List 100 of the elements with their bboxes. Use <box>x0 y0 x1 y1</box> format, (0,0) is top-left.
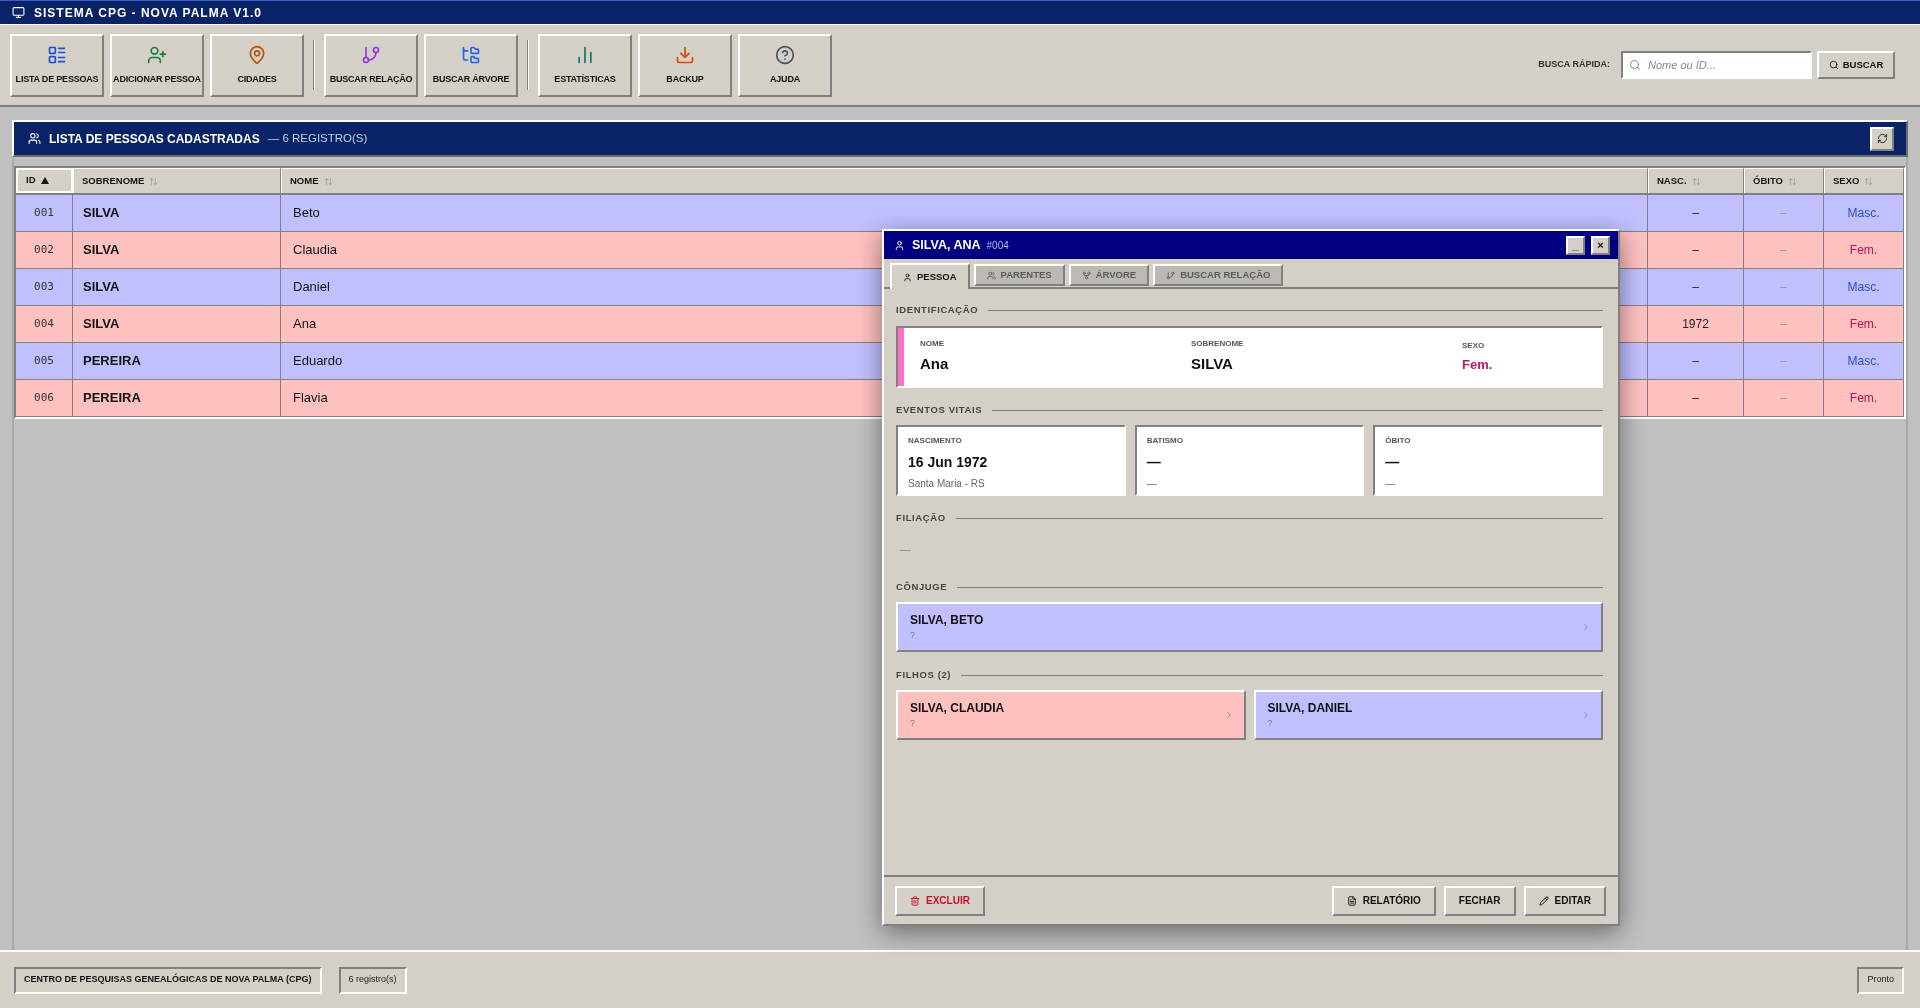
download-icon <box>675 44 695 65</box>
column-header[interactable]: ÓBITO <box>1744 168 1824 193</box>
field-value: Fem. <box>1462 355 1493 374</box>
map-pin-icon <box>247 44 267 65</box>
empty-text: — <box>900 541 911 557</box>
person-detail: ? <box>910 629 915 641</box>
event-label: NASCIMENTO <box>908 435 962 447</box>
window-title: SISTEMA CPG - NOVA PALMA V1.0 <box>34 4 262 22</box>
event-date: 16 Jun 1972 <box>908 453 988 472</box>
table-cell: SILVA <box>73 232 281 268</box>
help-icon <box>775 44 795 65</box>
event-label: ÓBITO <box>1385 435 1411 447</box>
table-cell: – <box>1648 269 1744 305</box>
document-icon <box>1346 895 1357 906</box>
table-cell: 001 <box>16 195 73 231</box>
field-value: Ana <box>920 354 949 375</box>
search-icon <box>1828 60 1839 70</box>
toolbar-button[interactable]: AJUDA <box>738 33 832 97</box>
person-card[interactable]: SILVA, CLAUDIA ? <box>896 690 1246 740</box>
search-label: BUSCA RÁPIDA: <box>1538 58 1610 72</box>
people-icon <box>28 132 41 145</box>
event-place: — <box>1146 477 1157 491</box>
toolbar-button[interactable]: BUSCAR RELAÇÃO <box>324 33 418 97</box>
dialog-tab[interactable]: PARENTES <box>973 264 1065 286</box>
pencil-icon <box>1538 895 1549 906</box>
table-cell: PEREIRA <box>73 343 281 379</box>
refresh-button[interactable] <box>1870 126 1894 151</box>
table-cell: Fem. <box>1824 232 1904 268</box>
search-button[interactable]: BUSCAR <box>1817 51 1895 79</box>
chevron-right-icon <box>1581 622 1591 632</box>
column-header[interactable]: NOME <box>281 168 1648 193</box>
dialog-title: SILVA, ANA <box>912 236 981 254</box>
branch-icon <box>361 44 381 65</box>
report-button[interactable]: RELATÓRIO <box>1331 885 1436 916</box>
person-icon <box>903 272 912 282</box>
close-dialog-button[interactable]: FECHAR <box>1443 885 1516 916</box>
table-cell: – <box>1744 343 1824 379</box>
refresh-icon <box>1876 133 1888 144</box>
toolbar-button[interactable]: BUSCAR ÁRVORE <box>424 33 518 97</box>
person-name: SILVA, DANIEL <box>1267 701 1353 716</box>
table-cell: – <box>1648 380 1744 416</box>
person-card[interactable]: SILVA, BETO ? <box>896 602 1603 652</box>
event-date: — <box>1385 453 1400 472</box>
column-header[interactable]: ID <box>16 168 73 193</box>
column-header[interactable]: SOBRENOME <box>73 168 281 193</box>
event-date: — <box>1146 453 1161 472</box>
toolbar-button[interactable]: ESTATÍSTICAS <box>538 33 632 97</box>
folder-tree-icon <box>461 44 481 65</box>
table-cell: 005 <box>16 343 73 379</box>
bar-chart-icon <box>575 44 595 65</box>
organization-label: CENTRO DE PESQUISAS GENEALÓGICAS DE NOVA PALMA (CPG) <box>14 966 322 994</box>
close-button[interactable]: × <box>1591 235 1610 255</box>
branch-icon <box>1166 270 1176 280</box>
list-icon <box>47 44 67 65</box>
status-text: Pronto <box>1857 966 1904 994</box>
record-number: #004 <box>986 238 1009 253</box>
person-name: SILVA, CLAUDIA <box>910 701 1005 716</box>
section-heading: FILIAÇÃO <box>896 510 946 525</box>
minimize-button[interactable]: _ <box>1566 235 1585 255</box>
table-cell: SILVA <box>73 306 281 342</box>
record-count: 6 registro(s) <box>338 966 407 994</box>
edit-button[interactable]: EDITAR <box>1523 885 1606 916</box>
table-cell: 002 <box>16 232 73 268</box>
table-cell: Masc. <box>1824 269 1904 305</box>
add-person-icon <box>147 44 167 65</box>
toolbar-button[interactable]: ADICIONAR PESSOA <box>110 33 204 97</box>
table-cell: – <box>1744 306 1824 342</box>
person-card[interactable]: SILVA, DANIEL ? <box>1253 690 1603 740</box>
trash-icon <box>910 895 920 906</box>
section-heading: CÔNJUGE <box>896 579 948 594</box>
record-count: — 6 REGISTRO(S) <box>267 130 368 146</box>
event-place: — <box>1385 477 1396 491</box>
event-label: BATISMO <box>1146 435 1183 447</box>
search-field[interactable]: Nome ou ID... <box>1621 51 1812 79</box>
table-cell: Masc. <box>1824 195 1904 231</box>
toolbar-button[interactable]: LISTA DE PESSOAS <box>10 33 104 97</box>
dialog-tab[interactable]: PESSOA <box>890 263 970 289</box>
field-value: SILVA <box>1191 354 1233 375</box>
table-cell: – <box>1648 343 1744 379</box>
table-cell: 003 <box>16 269 73 305</box>
toolbar-button[interactable]: CIDADES <box>210 33 304 97</box>
people-icon <box>986 270 996 280</box>
monitor-icon <box>12 6 25 19</box>
dialog-tab[interactable]: BUSCAR RELAÇÃO <box>1153 264 1284 286</box>
person-name: SILVA, BETO <box>910 613 984 628</box>
person-detail: ? <box>910 717 915 729</box>
table-cell: Masc. <box>1824 343 1904 379</box>
person-detail: ? <box>1267 717 1273 729</box>
dialog-tab[interactable]: ÁRVORE <box>1068 264 1150 286</box>
event-place: Santa Maria - RS <box>908 477 985 491</box>
column-header[interactable]: NASC. <box>1648 168 1744 193</box>
table-cell: SILVA <box>73 195 281 231</box>
table-cell: Fem. <box>1824 380 1904 416</box>
table-cell: 004 <box>16 306 73 342</box>
section-heading: EVENTOS VITAIS <box>896 402 983 417</box>
toolbar-button[interactable]: BACKUP <box>638 33 732 97</box>
column-header[interactable]: SEXO <box>1824 168 1904 193</box>
section-heading: FILHOS (2) <box>896 667 952 682</box>
delete-button[interactable]: EXCLUIR <box>895 885 985 916</box>
chevron-right-icon <box>1581 710 1591 720</box>
